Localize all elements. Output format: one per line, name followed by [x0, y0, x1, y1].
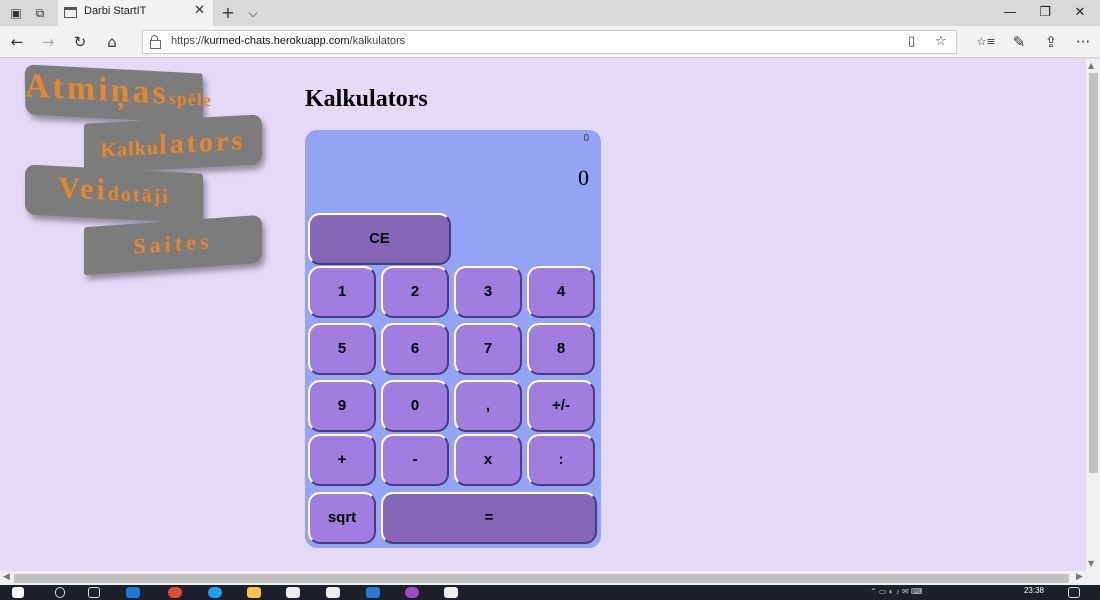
notes-pen-icon[interactable]: ✎	[1008, 32, 1030, 52]
forward-icon[interactable]: →	[37, 32, 59, 52]
taskbar-clock[interactable]: 23:38	[1024, 586, 1044, 595]
share-icon[interactable]: ⇪	[1040, 32, 1062, 52]
start-icon[interactable]	[12, 587, 24, 598]
more-icon[interactable]: ···	[1072, 32, 1094, 52]
scroll-up-icon[interactable]: ▲	[1088, 61, 1094, 70]
new-tab-icon[interactable]: +	[220, 5, 236, 21]
favorite-star-icon[interactable]: ☆	[935, 34, 947, 49]
store-icon[interactable]	[286, 587, 300, 598]
key-4-button[interactable]: 4	[527, 266, 595, 318]
address-bar[interactable]: https://kurmed-chats.herokuapp.com/kalku…	[142, 30, 957, 54]
skype-icon[interactable]	[208, 587, 222, 598]
file-explorer-icon[interactable]	[247, 587, 261, 598]
nav-veidotaji[interactable]: Veidotāji	[25, 164, 203, 224]
chrome-icon[interactable]	[168, 587, 182, 598]
notepad-icon[interactable]	[444, 587, 458, 598]
browser-toolbar: ← → ↻ ⌂ https://kurmed-chats.herokuapp.c…	[0, 26, 1100, 58]
lock-icon	[150, 35, 161, 49]
key-3-button[interactable]: 3	[454, 266, 522, 318]
browser-tab[interactable]: Darbi StartIT ✕	[58, 0, 214, 26]
page-title: Kalkulators	[305, 86, 428, 112]
search-icon[interactable]	[55, 587, 65, 598]
mail-icon[interactable]	[326, 587, 340, 598]
memory-value: 0	[583, 133, 589, 144]
nav-label: Saites	[133, 228, 213, 259]
browser-tab-strip: ▣ ⧉ Darbi StartIT ✕ + ⌵ — ❐ ✕	[0, 0, 1100, 26]
multiply-button[interactable]: x	[454, 434, 522, 486]
set-aside-tabs-icon[interactable]: ⧉	[32, 5, 48, 21]
key-5-button[interactable]: 5	[308, 323, 376, 375]
comma-button[interactable]: ,	[454, 380, 522, 432]
favorites-hub-icon[interactable]: ☆≡	[975, 32, 997, 52]
negate-button[interactable]: +/-	[527, 380, 595, 432]
task-view-icon[interactable]	[88, 587, 100, 598]
tab-actions-icon[interactable]: ▣	[8, 5, 24, 21]
nav-label: Vei	[58, 171, 108, 207]
key-2-button[interactable]: 2	[381, 266, 449, 318]
close-window-icon[interactable]: ✕	[1065, 3, 1095, 23]
notifications-icon[interactable]	[1068, 587, 1080, 598]
equals-button[interactable]: =	[381, 492, 597, 544]
app-icon[interactable]	[405, 587, 419, 598]
nav-label-small: spēle	[168, 87, 212, 111]
key-7-button[interactable]: 7	[454, 323, 522, 375]
tab-title: Darbi StartIT	[84, 5, 147, 17]
restore-icon[interactable]: ❐	[1030, 3, 1060, 23]
page-icon	[64, 7, 77, 18]
scroll-left-icon[interactable]: ◀	[3, 572, 10, 582]
key-1-button[interactable]: 1	[308, 266, 376, 318]
horizontal-scroll-thumb[interactable]	[14, 574, 1069, 583]
key-9-button[interactable]: 9	[308, 380, 376, 432]
nav-kalkulators[interactable]: Kalkulators	[84, 114, 262, 174]
sqrt-button[interactable]: sqrt	[308, 492, 376, 544]
vertical-scrollbar[interactable]: ▲ ▼	[1086, 59, 1100, 571]
key-8-button[interactable]: 8	[527, 323, 595, 375]
key-0-button[interactable]: 0	[381, 380, 449, 432]
windows-taskbar: ⌃ ▭ ◐ ♪ ✉ ⌨ 23:38	[0, 585, 1100, 600]
page-content: Atmiņas spēle Kalkulators Veidotāji Sait…	[0, 59, 1086, 571]
system-tray-icon[interactable]: ⌃ ▭ ◐ ♪ ✉ ⌨	[870, 587, 922, 596]
home-icon[interactable]: ⌂	[101, 32, 123, 52]
nav-label: Atmiņas	[24, 67, 170, 112]
calculator-display: 0	[578, 165, 589, 190]
key-6-button[interactable]: 6	[381, 323, 449, 375]
url-text: https://kurmed-chats.herokuapp.com/kalku…	[171, 35, 406, 47]
clear-entry-button[interactable]: CE	[308, 213, 451, 265]
nav-atminas-spele[interactable]: Atmiņas spēle	[24, 64, 212, 124]
horizontal-scrollbar[interactable]: ◀ ▶	[0, 571, 1100, 585]
scroll-right-icon[interactable]: ▶	[1076, 572, 1083, 582]
nav-saites[interactable]: Saites	[84, 214, 262, 276]
refresh-icon[interactable]: ↻	[69, 32, 91, 52]
tab-list-chevron-icon[interactable]: ⌵	[245, 5, 261, 21]
plus-button[interactable]: +	[308, 434, 376, 486]
edge-icon[interactable]	[126, 587, 140, 598]
vertical-scroll-thumb[interactable]	[1089, 73, 1098, 473]
minus-button[interactable]: -	[381, 434, 449, 486]
scroll-down-icon[interactable]: ▼	[1088, 559, 1094, 568]
nav-label-small: dotāji	[107, 182, 170, 208]
nav-label: lators	[158, 125, 246, 161]
vscode-icon[interactable]	[366, 587, 380, 598]
calculator: 0 0 CE 1 2 3 4 5 6 7 8 9 0 , +/- + - x :…	[305, 130, 601, 548]
divide-button[interactable]: :	[527, 434, 595, 486]
minimize-icon[interactable]: —	[995, 3, 1025, 23]
reading-view-icon[interactable]: ▯	[908, 34, 915, 49]
back-icon[interactable]: ←	[6, 32, 28, 52]
close-tab-icon[interactable]: ✕	[194, 3, 205, 18]
